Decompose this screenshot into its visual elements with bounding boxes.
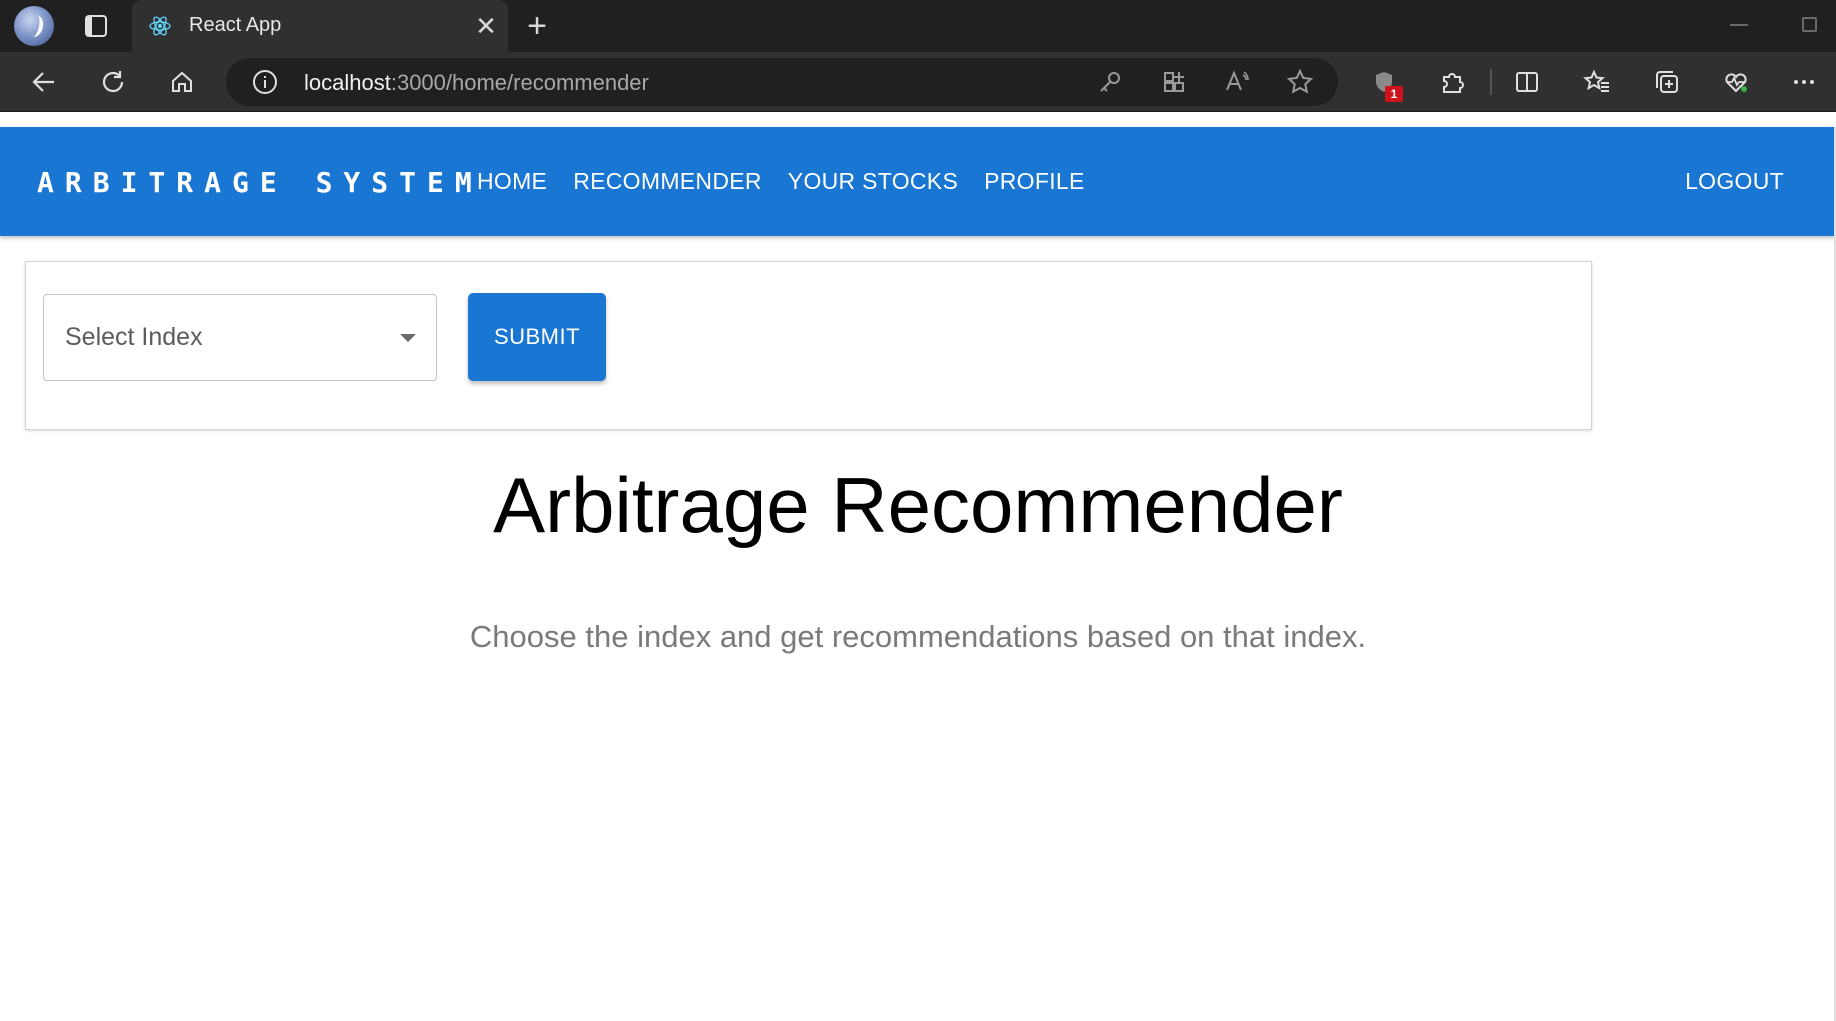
submit-button[interactable]: SUBMIT bbox=[468, 293, 606, 381]
collections-icon[interactable] bbox=[1649, 64, 1685, 100]
nav-recommender[interactable]: RECOMMENDER bbox=[560, 168, 775, 195]
address-bar[interactable]: localhost:3000/home/recommender bbox=[226, 58, 1338, 106]
dropdown-arrow-icon bbox=[400, 334, 416, 342]
notification-badge: 1 bbox=[1385, 86, 1403, 102]
page-top-gap bbox=[0, 113, 1836, 127]
key-icon[interactable] bbox=[1096, 68, 1124, 96]
tab-actions-icon[interactable] bbox=[78, 12, 112, 40]
page-description: Choose the index and get recommendations… bbox=[469, 619, 1367, 654]
refresh-icon[interactable] bbox=[95, 64, 131, 100]
favorites-icon[interactable] bbox=[1579, 64, 1615, 100]
split-screen-icon[interactable] bbox=[1509, 64, 1545, 100]
star-icon[interactable] bbox=[1286, 68, 1314, 96]
index-select-label: Select Index bbox=[65, 323, 203, 351]
browser-toolbar: localhost:3000/home/recommender bbox=[0, 52, 1836, 112]
nav-home[interactable]: HOME bbox=[477, 168, 560, 195]
nav-menu: HOME RECOMMENDER YOUR STOCKS PROFILE bbox=[477, 168, 1098, 195]
toolbar-divider bbox=[1490, 69, 1492, 95]
tab-title: React App bbox=[189, 14, 282, 36]
nav-your-stocks[interactable]: YOUR STOCKS bbox=[775, 168, 971, 195]
url-text[interactable]: localhost:3000/home/recommender bbox=[304, 70, 649, 96]
maximize-icon[interactable] bbox=[1802, 17, 1817, 32]
app-bar: ARBITRAGE SYSTEM HOME RECOMMENDER YOUR S… bbox=[0, 127, 1836, 236]
nav-profile[interactable]: PROFILE bbox=[971, 168, 1098, 195]
extensions-icon[interactable] bbox=[1434, 64, 1470, 100]
minimize-icon[interactable] bbox=[1730, 24, 1748, 26]
info-icon[interactable] bbox=[252, 69, 278, 95]
index-select[interactable]: Select Index bbox=[43, 294, 437, 381]
apps-icon[interactable] bbox=[1160, 68, 1188, 96]
home-icon[interactable] bbox=[164, 64, 200, 100]
read-aloud-icon[interactable] bbox=[1223, 68, 1251, 96]
logout-button[interactable]: LOGOUT bbox=[1685, 168, 1784, 195]
browser-tab[interactable]: React App ✕ bbox=[132, 0, 508, 52]
close-icon[interactable]: ✕ bbox=[472, 12, 500, 40]
browser-essentials-icon[interactable] bbox=[1718, 64, 1754, 100]
react-favicon-icon bbox=[148, 14, 172, 38]
browser-tab-strip: React App ✕ + bbox=[0, 0, 1836, 52]
profile-avatar-icon[interactable] bbox=[14, 6, 54, 46]
brand-logo[interactable]: ARBITRAGE SYSTEM bbox=[37, 166, 483, 199]
page-title: Arbitrage Recommender bbox=[493, 461, 1343, 549]
index-form-panel: Select Index SUBMIT bbox=[25, 261, 1592, 430]
back-arrow-icon[interactable] bbox=[26, 64, 62, 100]
more-icon[interactable] bbox=[1786, 64, 1822, 100]
new-tab-icon[interactable]: + bbox=[520, 9, 554, 44]
